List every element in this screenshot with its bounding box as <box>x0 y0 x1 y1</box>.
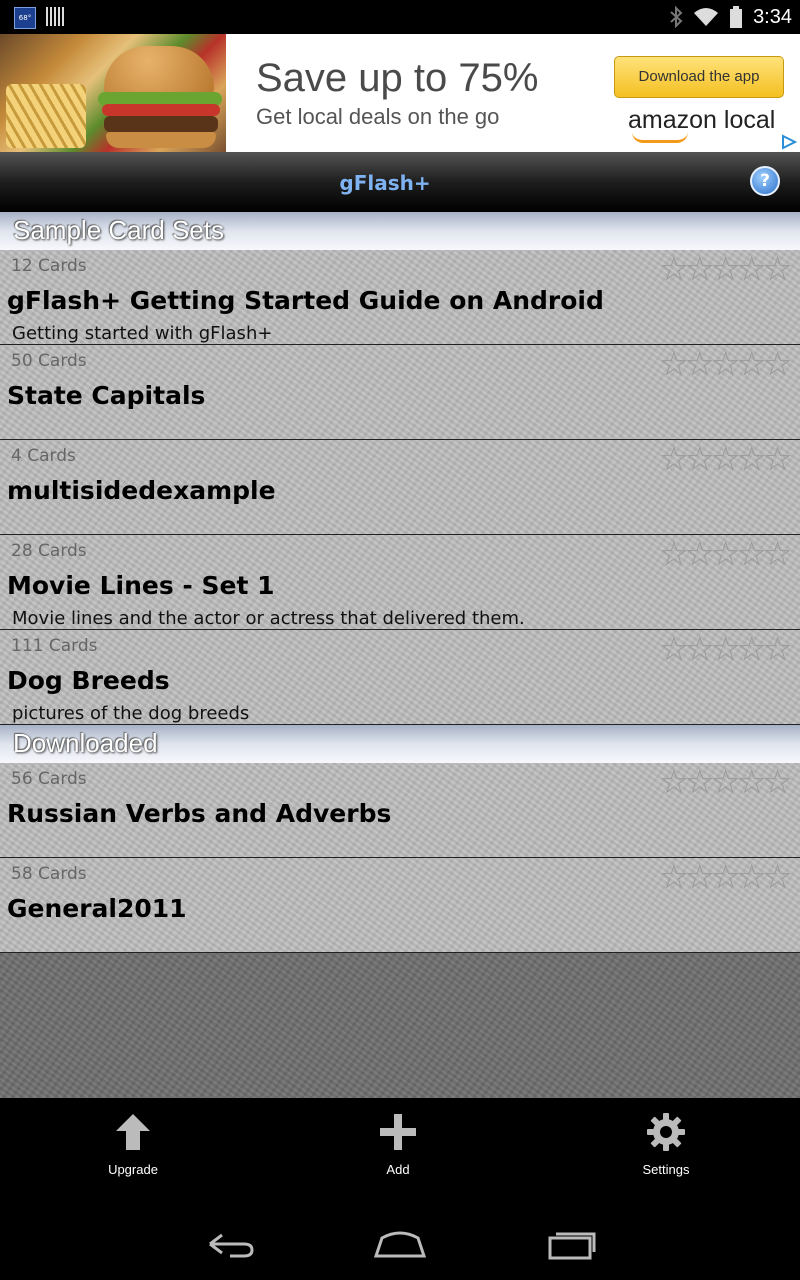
status-bar: 68° 3:34 <box>0 0 800 34</box>
settings-button[interactable]: Settings <box>606 1112 726 1177</box>
card-count: 12 Cards <box>11 256 87 276</box>
rating-stars-icon[interactable]: ★★★★★ <box>660 442 791 478</box>
help-icon[interactable]: ? <box>750 166 780 196</box>
settings-label: Settings <box>642 1162 690 1177</box>
card-set-row[interactable]: 56 Cards Russian Verbs and Adverbs ★★★★★ <box>0 763 800 858</box>
home-icon[interactable] <box>370 1224 430 1264</box>
add-button[interactable]: Add <box>338 1112 458 1177</box>
ad-brand-logo: amazon local <box>628 106 776 134</box>
ad-choices-icon[interactable] <box>780 134 798 150</box>
app-title: gFlash+ <box>339 171 431 195</box>
ad-brand-smile-icon <box>632 132 688 143</box>
rating-stars-icon[interactable]: ★★★★★ <box>660 252 791 288</box>
section-title: Downloaded <box>13 728 158 758</box>
ad-headline: Save up to 75% <box>256 56 539 100</box>
card-set-title: Russian Verbs and Adverbs <box>7 799 392 828</box>
barcode-icon <box>46 7 64 26</box>
upgrade-label: Upgrade <box>108 1162 158 1177</box>
bluetooth-icon <box>670 6 683 28</box>
ad-food-image <box>0 34 226 152</box>
card-set-description: pictures of the dog breeds <box>12 703 250 724</box>
weather-icon: 68° <box>14 7 36 29</box>
card-set-row[interactable]: 111 Cards Dog Breeds pictures of the dog… <box>0 630 800 725</box>
card-count: 111 Cards <box>11 636 98 656</box>
rating-stars-icon[interactable]: ★★★★★ <box>660 537 791 573</box>
section-title: Sample Card Sets <box>13 215 224 245</box>
section-header: Sample Card Sets <box>0 212 800 250</box>
rating-stars-icon[interactable]: ★★★★★ <box>660 347 791 383</box>
card-set-row[interactable]: 58 Cards General2011 ★★★★★ <box>0 858 800 953</box>
card-set-title: State Capitals <box>7 381 206 410</box>
status-time: 3:34 <box>753 5 792 28</box>
rating-stars-icon[interactable]: ★★★★★ <box>660 632 791 668</box>
add-label: Add <box>386 1162 410 1177</box>
battery-icon <box>730 6 743 28</box>
card-set-description: Getting started with gFlash+ <box>12 323 273 344</box>
plus-icon <box>380 1114 416 1150</box>
ad-subline: Get local deals on the go <box>256 104 500 129</box>
card-set-title: General2011 <box>7 894 187 923</box>
ad-banner[interactable]: Save up to 75% Get local deals on the go… <box>0 34 800 152</box>
card-set-title: Dog Breeds <box>7 666 170 695</box>
card-set-title: gFlash+ Getting Started Guide on Android <box>7 286 604 315</box>
recent-apps-icon[interactable] <box>542 1224 602 1264</box>
card-count: 56 Cards <box>11 769 87 789</box>
card-set-row[interactable]: 12 Cards gFlash+ Getting Started Guide o… <box>0 250 800 345</box>
card-set-description: Movie lines and the actor or actress tha… <box>12 608 525 629</box>
arrow-up-icon <box>116 1114 150 1150</box>
upgrade-button[interactable]: Upgrade <box>73 1112 193 1177</box>
card-set-row[interactable]: 28 Cards Movie Lines - Set 1 Movie lines… <box>0 535 800 630</box>
title-bar: gFlash+ ? <box>0 152 800 212</box>
gear-icon <box>647 1113 685 1151</box>
system-nav-bar <box>0 1208 800 1280</box>
rating-stars-icon[interactable]: ★★★★★ <box>660 860 791 896</box>
card-set-list: Sample Card Sets 12 Cards gFlash+ Gettin… <box>0 212 800 1098</box>
card-count: 28 Cards <box>11 541 87 561</box>
card-set-title: multisidedexample <box>7 476 276 505</box>
wifi-icon <box>694 8 719 26</box>
card-count: 50 Cards <box>11 351 87 371</box>
card-count: 58 Cards <box>11 864 87 884</box>
card-set-row[interactable]: 4 Cards multisidedexample ★★★★★ <box>0 440 800 535</box>
ad-download-button[interactable]: Download the app <box>614 56 784 98</box>
back-icon[interactable] <box>200 1224 260 1264</box>
card-set-row[interactable]: 50 Cards State Capitals ★★★★★ <box>0 345 800 440</box>
card-set-title: Movie Lines - Set 1 <box>7 571 275 600</box>
card-count: 4 Cards <box>11 446 76 466</box>
bottom-action-bar: Upgrade Add Settings <box>0 1098 800 1208</box>
section-header: Downloaded <box>0 725 800 763</box>
rating-stars-icon[interactable]: ★★★★★ <box>660 765 791 801</box>
